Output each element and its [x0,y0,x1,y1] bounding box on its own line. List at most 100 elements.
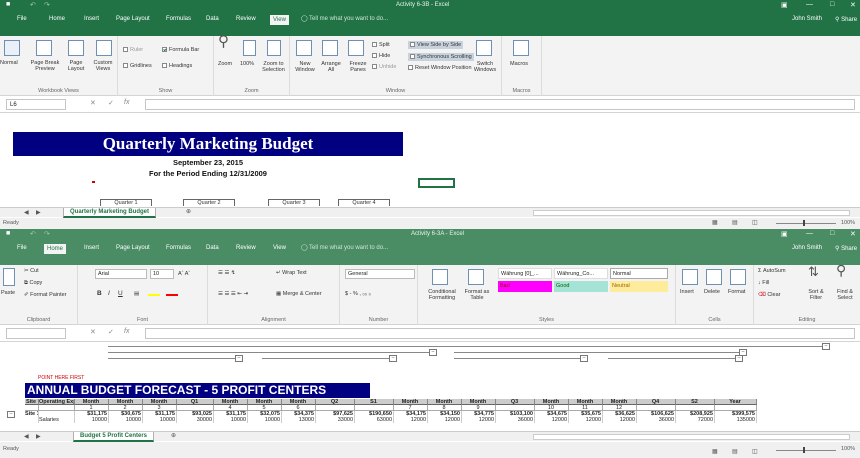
close-icon[interactable]: ✕ [850,230,856,238]
tell-me-box[interactable]: Tell me what you want to do... [306,243,391,253]
normal-view-icon[interactable]: ▦ [712,218,718,229]
headings-checkbox[interactable]: Headings [162,63,192,69]
tab-data[interactable]: Data [203,14,222,24]
horizontal-scrollbar[interactable] [533,434,850,440]
tab-page-layout[interactable]: Page Layout [113,14,153,24]
user-name[interactable]: John Smith [792,16,822,22]
name-box[interactable] [6,328,66,339]
format-as-table-label[interactable]: Format as Table [463,289,491,301]
tab-file[interactable]: File [14,14,30,24]
collapse-group-icon[interactable]: – [580,355,588,362]
freeze-panes-icon[interactable] [348,40,364,56]
insert-function-icon[interactable]: fx [124,328,129,335]
table-cell[interactable]: 10000 [75,417,109,423]
style-normal[interactable]: Normal [610,268,668,279]
page-layout-icon[interactable]: ▤ [732,218,738,229]
formula-input[interactable] [145,99,855,110]
page-break-preview-label[interactable]: Page Break Preview [26,60,64,72]
maximize-icon[interactable]: □ [830,1,834,8]
tell-me-box[interactable]: Tell me what you want to do... [306,14,391,24]
minimize-icon[interactable]: — [806,1,813,8]
gridlines-checkbox[interactable]: Gridlines [123,63,152,69]
minimize-icon[interactable]: — [806,230,813,237]
zoom-label[interactable]: Zoom [218,61,232,67]
table-cell[interactable]: 33000 [316,417,355,423]
table-cell[interactable] [25,417,39,423]
tab-insert[interactable]: Insert [81,14,102,24]
prev-sheet-icon[interactable]: ◀ [24,209,29,216]
table-cell[interactable]: 12000 [428,417,462,423]
zoom-to-selection-icon[interactable] [267,40,281,56]
normal-view-icon[interactable] [4,40,20,56]
table-cell[interactable]: 10000 [248,417,282,423]
undo-icon[interactable]: ↶ [30,1,36,9]
tab-page-layout[interactable]: Page Layout [113,243,153,253]
redo-icon[interactable]: ↷ [44,1,50,9]
table-cell[interactable]: 12000 [462,417,496,423]
ruler-checkbox[interactable]: Ruler [123,47,143,53]
table-cell[interactable]: 135000 [715,417,757,423]
macros-icon[interactable] [513,40,529,56]
page-break-preview-icon[interactable] [36,40,52,56]
insert-cells-label[interactable]: Insert [680,289,694,295]
table-cell[interactable]: 63000 [355,417,394,423]
paste-icon[interactable] [3,268,15,286]
active-cell-l6[interactable] [418,178,455,188]
table-cell[interactable]: 10000 [143,417,177,423]
format-cells-icon[interactable] [730,269,746,285]
zoom-slider[interactable] [776,450,836,451]
worksheet-area[interactable]: – – – – – – – POINT HERE FIRST ANNUAL BU… [0,342,860,431]
table-cell[interactable]: 72000 [676,417,715,423]
sort-filter-label[interactable]: Sort & Filter [802,289,830,301]
format-painter-button[interactable]: ✐ Format Painter [24,292,67,298]
table-cell[interactable]: Salaries [39,417,75,423]
enter-icon[interactable]: ✓ [108,99,114,107]
table-cell[interactable]: 10000 [214,417,248,423]
horizontal-scrollbar[interactable] [533,210,850,216]
next-sheet-icon[interactable]: ▶ [36,209,41,216]
switch-windows-icon[interactable] [476,40,492,56]
style-good[interactable]: Good [554,281,608,292]
cancel-icon[interactable]: ✕ [90,99,96,107]
currency-icon[interactable]: $ - % , ₀₀ ₀ [345,291,371,297]
formula-bar-checkbox[interactable]: Formula Bar [162,47,199,53]
table-cell[interactable]: 12000 [569,417,603,423]
collapse-group-icon[interactable]: – [735,355,743,362]
redo-icon[interactable]: ↷ [44,230,50,238]
unhide-button[interactable]: Unhide [372,64,396,70]
grow-font-icon[interactable]: Aˆ Aˇ [178,271,190,277]
next-sheet-icon[interactable]: ▶ [36,433,41,440]
collapse-group-icon[interactable]: – [235,355,243,362]
close-icon[interactable]: ✕ [850,1,856,9]
copy-button[interactable]: ⧉ Copy [24,280,42,286]
reset-window-position-button[interactable]: Reset Window Position [408,65,472,71]
new-sheet-icon[interactable]: ⊕ [171,432,176,439]
tab-data[interactable]: Data [203,243,222,253]
font-color-icon[interactable] [166,294,178,296]
share-button[interactable]: ⚲ Share [835,16,857,23]
underline-icon[interactable]: U [118,290,123,297]
custom-views-icon[interactable] [96,40,112,56]
switch-windows-label[interactable]: Switch Windows [470,61,500,73]
tab-formulas[interactable]: Formulas [163,14,194,24]
normal-view-icon[interactable]: ▦ [712,445,718,458]
table-cell[interactable]: 36000 [637,417,676,423]
cut-button[interactable]: ✂ Cut [24,268,39,274]
save-icon[interactable]: ■ [6,230,10,237]
ribbon-display-icon[interactable]: ▣ [781,1,788,9]
delete-cells-label[interactable]: Delete [704,289,720,295]
user-name[interactable]: John Smith [792,245,822,251]
zoom-slider-thumb[interactable] [803,220,805,226]
conditional-formatting-label[interactable]: Conditional Formatting [422,289,462,301]
clear-button[interactable]: ⌫ Clear [758,292,780,298]
new-window-icon[interactable] [296,40,312,56]
fill-color-icon[interactable] [148,294,160,296]
format-cells-label[interactable]: Format [728,289,745,295]
style-cell[interactable]: Währung [0]_... [498,268,552,279]
freeze-panes-label[interactable]: Freeze Panes [346,61,370,73]
maximize-icon[interactable]: □ [830,230,834,237]
zoom-slider-thumb[interactable] [803,447,805,453]
cancel-icon[interactable]: ✕ [90,328,96,336]
sheet-tab-active[interactable]: Budget 5 Profit Centers [73,432,155,442]
zoom-to-selection-label[interactable]: Zoom to Selection [258,61,289,73]
